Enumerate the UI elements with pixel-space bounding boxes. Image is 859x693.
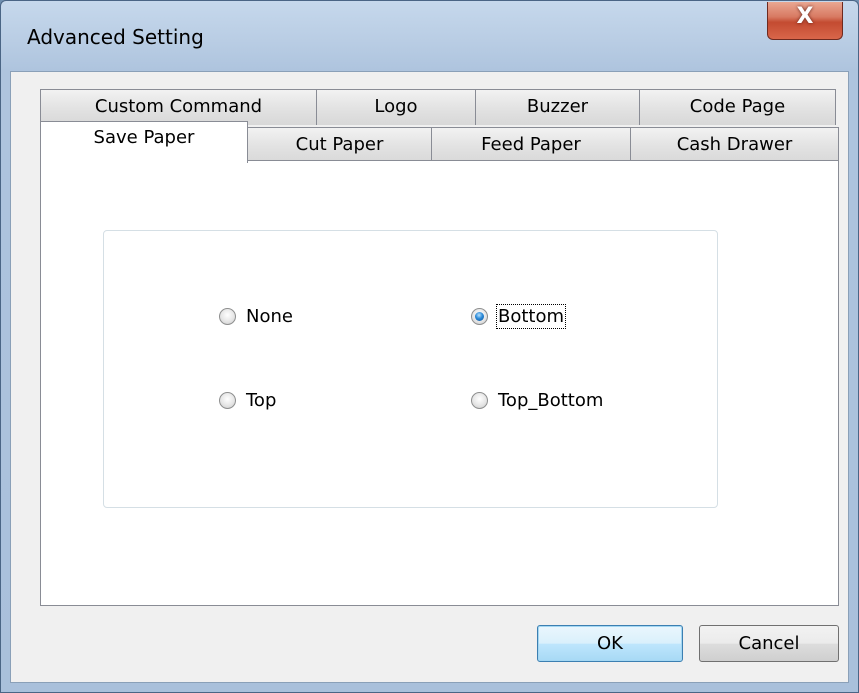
save-paper-panel: None Bottom Top Top_Bottom: [40, 160, 839, 606]
cancel-button[interactable]: Cancel: [699, 625, 839, 662]
radio-button-icon[interactable]: [219, 307, 236, 325]
radio-button-icon[interactable]: [471, 307, 488, 325]
close-icon: X: [796, 4, 814, 29]
radio-none-label: None: [246, 305, 293, 327]
title-bar[interactable]: Advanced Setting X: [1, 1, 858, 71]
tab-custom-command[interactable]: Custom Command: [40, 89, 317, 125]
radio-button-icon[interactable]: [471, 391, 488, 409]
dialog-window: Advanced Setting X Custom Command Logo B…: [0, 0, 859, 693]
tab-code-page[interactable]: Code Page: [639, 89, 836, 125]
dialog-client-area: Custom Command Logo Buzzer Code Page Sav…: [10, 71, 849, 683]
save-paper-group: [103, 230, 718, 508]
radio-none[interactable]: None: [219, 304, 293, 328]
radio-bottom[interactable]: Bottom: [471, 303, 567, 329]
tab-buzzer[interactable]: Buzzer: [475, 89, 640, 125]
radio-top-bottom[interactable]: Top_Bottom: [471, 388, 603, 412]
radio-top[interactable]: Top: [219, 388, 276, 412]
tab-cut-paper[interactable]: Cut Paper: [247, 127, 432, 163]
radio-top-label: Top: [246, 389, 277, 411]
ok-button[interactable]: OK: [537, 625, 683, 662]
radio-top-bottom-label: Top_Bottom: [498, 389, 604, 411]
window-title: Advanced Setting: [27, 25, 204, 49]
tab-cash-drawer[interactable]: Cash Drawer: [630, 127, 839, 163]
tab-save-paper[interactable]: Save Paper: [40, 121, 248, 163]
tab-logo[interactable]: Logo: [316, 89, 476, 125]
tab-feed-paper[interactable]: Feed Paper: [431, 127, 631, 163]
radio-bottom-label: Bottom: [495, 303, 567, 329]
close-button[interactable]: X: [767, 2, 843, 40]
radio-button-icon[interactable]: [219, 391, 236, 409]
